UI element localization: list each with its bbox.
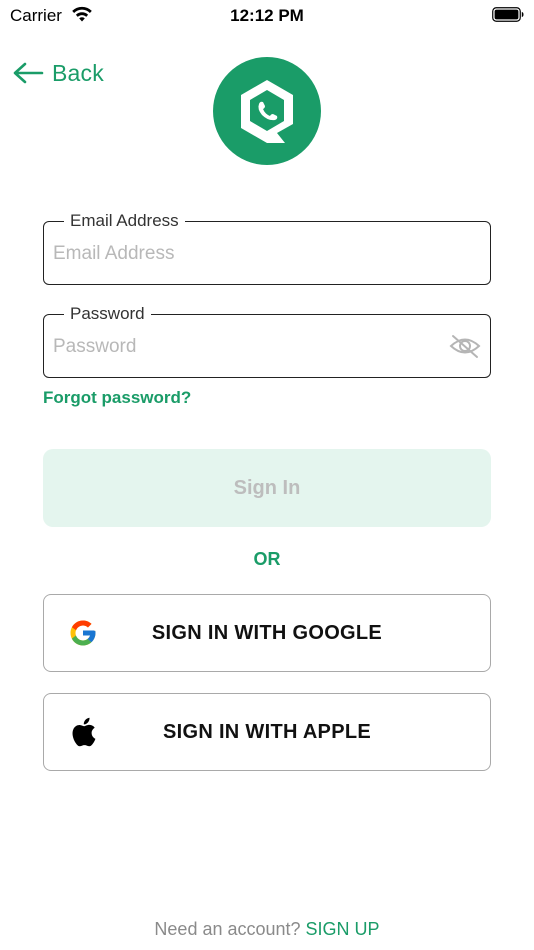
phone-hexagon-logo-icon	[241, 80, 293, 143]
forgot-password-link[interactable]: Forgot password?	[43, 388, 191, 408]
arrow-left-icon	[13, 62, 44, 84]
or-divider: OR	[253, 549, 281, 569]
back-button[interactable]: Back	[12, 56, 104, 90]
back-label: Back	[52, 59, 104, 86]
password-field-label: Password	[64, 303, 151, 325]
eye-off-icon[interactable]	[448, 332, 482, 360]
email-field-label: Email Address	[64, 210, 185, 232]
apple-button-label: SIGN IN WITH APPLE	[163, 720, 371, 743]
password-input[interactable]	[53, 333, 443, 361]
sign-in-with-google-button[interactable]: SIGN IN WITH GOOGLE	[43, 594, 491, 672]
password-field-container: Password	[43, 303, 491, 378]
email-input[interactable]	[53, 240, 443, 268]
sign-in-with-apple-button[interactable]: SIGN IN WITH APPLE	[43, 693, 491, 771]
status-bar: Carrier 12:12 PM	[0, 0, 534, 30]
battery-icon	[492, 7, 524, 22]
sign-up-prompt: Need an account? SIGN UP	[0, 919, 534, 940]
status-time: 12:12 PM	[230, 6, 304, 25]
email-field-container: Email Address	[43, 210, 491, 285]
app-logo	[213, 57, 321, 165]
sign-up-prompt-text: Need an account?	[154, 919, 301, 939]
sign-up-link[interactable]: SIGN UP	[306, 919, 380, 939]
sign-in-button[interactable]: Sign In	[43, 449, 491, 527]
google-button-label: SIGN IN WITH GOOGLE	[151, 621, 383, 644]
